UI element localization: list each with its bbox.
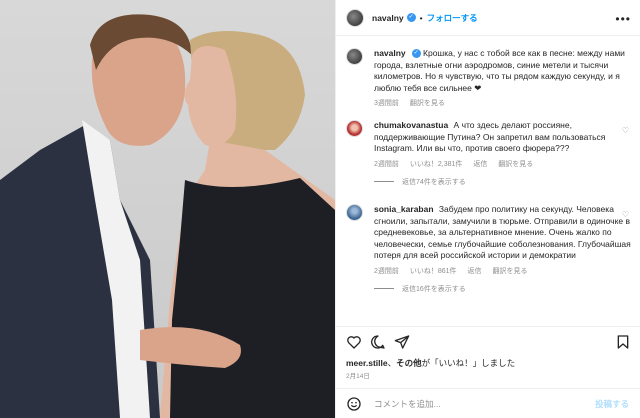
verified-icon: ✓ [406, 13, 416, 22]
share-icon[interactable] [394, 334, 410, 350]
separator-dot: • [419, 12, 423, 23]
caption-meta: 3週間前 翻訳を見る [374, 98, 631, 108]
commenter-avatar[interactable] [346, 204, 363, 221]
action-bar [336, 326, 640, 354]
emoji-icon[interactable] [346, 396, 362, 412]
translate-link[interactable]: 翻訳を見る [410, 100, 445, 107]
likes-comma: 、 [387, 358, 397, 368]
heart-icon[interactable] [346, 334, 362, 350]
post-header: navalny ✓ • フォローする ••• [336, 0, 640, 36]
caption: navalny ✓ Крошка, у нас с тобой все как в… [346, 48, 631, 108]
translate-link[interactable]: 翻訳を見る [498, 161, 533, 168]
comment: sonia_karaban Забудем про политику на се… [346, 204, 631, 294]
follow-button[interactable]: フォローする [427, 12, 478, 24]
translate-link[interactable]: 翻訳を見る [492, 268, 527, 275]
reply-link[interactable]: 返信 [468, 268, 482, 275]
comment: chumakovanastua А что здесь делают росси… [346, 120, 631, 187]
post-photo[interactable] [0, 0, 335, 418]
view-replies-label[interactable]: 返信74件を表示する [402, 177, 466, 187]
add-comment-bar: コメントを追加... 投稿する [336, 388, 640, 418]
bookmark-icon[interactable] [615, 334, 631, 350]
reply-link[interactable]: 返信 [473, 161, 487, 168]
comment-input[interactable]: コメントを追加... [374, 398, 595, 410]
view-replies-label[interactable]: 返信16件を表示する [402, 284, 466, 294]
likes-others-link[interactable]: その他 [396, 358, 422, 368]
replies-line [374, 288, 394, 289]
comment-time: 2週間前 [374, 267, 399, 275]
comment-heart-icon[interactable]: ♡ [622, 126, 629, 135]
post-date: 2月14日 [346, 373, 370, 380]
comment-icon[interactable] [370, 334, 386, 350]
post-comment-button[interactable]: 投稿する [595, 398, 629, 410]
comment-heart-icon[interactable]: ♡ [622, 210, 629, 219]
caption-body: navalny ✓ Крошка, у нас с тобой все как в… [374, 48, 631, 94]
view-replies[interactable]: 返信74件を表示する [374, 177, 631, 187]
comment-username[interactable]: sonia_karaban [374, 204, 434, 214]
post-side-panel: navalny ✓ • フォローする ••• navalny ✓ Крошка, … [335, 0, 640, 418]
comment-likes[interactable]: いいね！2,381件 [410, 161, 463, 168]
likes-suffix: が「いいね！」しました [421, 358, 516, 368]
comment-time: 2週間前 [374, 160, 399, 168]
caption-avatar[interactable] [346, 48, 363, 65]
comment-meta: 2週間前 いいね！2,381件 返信 翻訳を見る [374, 159, 631, 169]
caption-username[interactable]: navalny [374, 48, 406, 58]
photo-illustration [0, 14, 335, 418]
view-replies[interactable]: 返信16件を表示する [374, 284, 631, 294]
replies-line [374, 181, 394, 182]
comment-body: chumakovanastua А что здесь делают росси… [374, 120, 631, 155]
instagram-post-modal: navalny ✓ • フォローする ••• navalny ✓ Крошка, … [0, 0, 640, 418]
more-icon[interactable]: ••• [615, 12, 631, 26]
liker-username[interactable]: meer.stille [346, 358, 388, 368]
comment-username[interactable]: chumakovanastua [374, 120, 448, 130]
comments-list[interactable]: navalny ✓ Крошка, у нас с тобой все как в… [336, 36, 640, 324]
likes-summary: meer.stille、その他が「いいね！」しました [346, 357, 515, 369]
comment-body: sonia_karaban Забудем про политику на се… [374, 204, 631, 262]
verified-icon: ✓ [411, 49, 421, 59]
avatar[interactable] [346, 8, 364, 27]
comment-likes[interactable]: いいね！861件 [410, 268, 457, 275]
caption-time: 3週間前 [374, 100, 399, 107]
commenter-avatar[interactable] [346, 120, 363, 137]
comment-meta: 2週間前 いいね！861件 返信 翻訳を見る [374, 266, 631, 276]
header-username[interactable]: navalny [372, 13, 404, 23]
